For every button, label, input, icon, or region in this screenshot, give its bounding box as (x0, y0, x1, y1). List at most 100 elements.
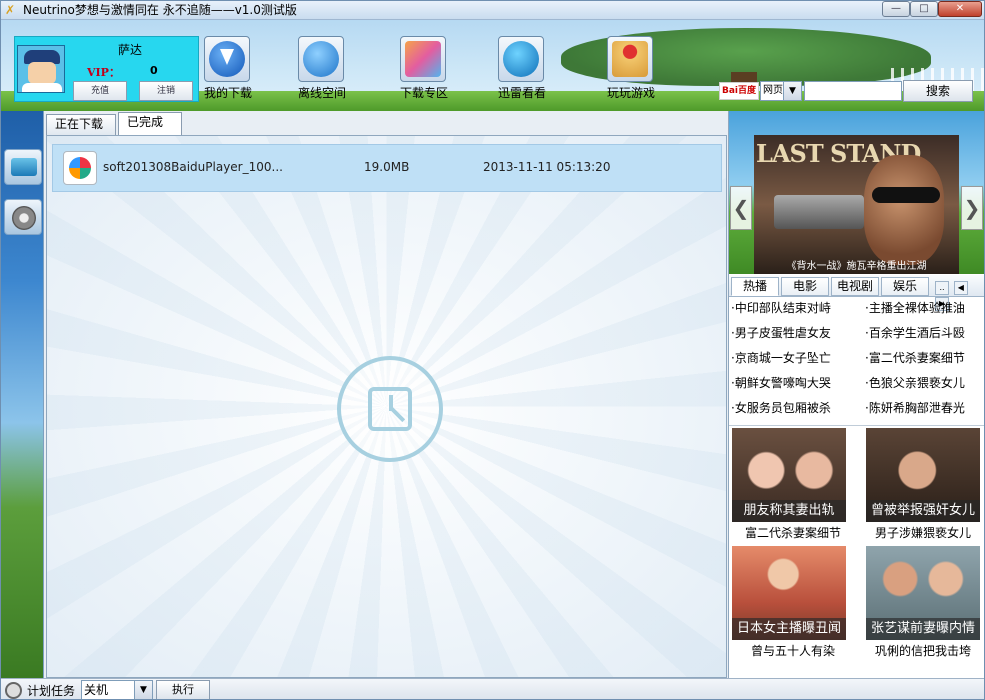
recharge-button[interactable]: 充值 (73, 81, 127, 101)
search-input[interactable] (804, 81, 902, 101)
tab-tv-series[interactable]: 电视剧 (831, 277, 879, 296)
logout-button[interactable]: 注销 (139, 81, 193, 101)
news-thumbnail[interactable]: 曾被举报强奸女儿 (866, 428, 980, 522)
category-tabs: 热播 电影 电视剧 娱乐 .. ◀ ▶ (729, 275, 984, 311)
vip-label: VIP： (87, 66, 120, 79)
main-panel: 正在下载 已完成 soft201308BaiduPlayer_100... 19… (44, 111, 728, 678)
chevron-right-icon[interactable]: ❯ (961, 186, 983, 230)
news-thumbnail[interactable]: 日本女主播曝丑闻 (732, 546, 846, 640)
nav-download-zone-button[interactable]: 下载专区 (392, 36, 456, 108)
chevron-down-icon[interactable]: ▼ (783, 82, 801, 100)
news-link[interactable]: ·京商城一女子坠亡 (731, 349, 831, 366)
sidebar-settings-button[interactable] (4, 199, 42, 235)
search-bar: Bai百度 网页 ▼ 搜索 (719, 80, 981, 102)
chevron-down-icon[interactable]: ▼ (134, 681, 152, 699)
news-thumbnail[interactable]: 张艺谋前妻曝内情 (866, 546, 980, 640)
news-link[interactable]: ·色狼父亲猥亵女儿 (865, 374, 965, 391)
left-sidebar (1, 111, 44, 678)
username: 萨达 (117, 43, 142, 57)
app-window: ✗ Neutrino梦想与激情同在 永不追随——v1.0测试版 — □ ✕ 萨达… (0, 0, 985, 700)
clock-watermark-icon (337, 356, 443, 462)
thumbnail-caption-link[interactable]: 曾与五十人有染 (729, 642, 857, 659)
nav-games-button[interactable]: 玩玩游戏 (599, 36, 663, 108)
schedule-icon (5, 682, 22, 699)
list-item[interactable]: soft201308BaiduPlayer_100... 19.0MB 2013… (52, 144, 722, 192)
minimize-button[interactable]: — (882, 1, 910, 17)
avatar[interactable] (17, 45, 65, 93)
movie-banner: LAST STAND 《背水一战》施瓦辛格重出江湖 ❮ ❯ (729, 111, 984, 274)
tab-downloading[interactable]: 正在下载 (46, 114, 116, 135)
avatar-face (28, 62, 56, 84)
poster-gun-graphic (774, 195, 864, 229)
search-type-select[interactable]: 网页 ▼ (760, 81, 802, 101)
download-list: soft201308BaiduPlayer_100... 19.0MB 2013… (46, 135, 727, 678)
nav-offline-space-button[interactable]: 离线空间 (290, 36, 354, 108)
schedule-action-select[interactable]: 关机 ▼ (81, 680, 153, 699)
news-link[interactable]: ·百余学生酒后斗殴 (865, 324, 965, 341)
news-list: ·中印部队结束对峙 ·主播全裸体验推油 ·男子皮蛋牲虐女友 ·百余学生酒后斗殴 … (731, 299, 984, 425)
sidebar-downloads-button[interactable] (4, 149, 42, 185)
download-arrow-icon (204, 36, 250, 82)
vip-value: 0 (150, 64, 158, 77)
joystick-icon (607, 36, 653, 82)
avatar-body (22, 83, 62, 92)
nav-label: 迅雷看看 (497, 86, 546, 100)
baidu-logo: Bai百度 (719, 82, 759, 100)
search-type-value: 网页 (763, 85, 783, 96)
news-link[interactable]: ·主播全裸体验推油 (865, 299, 965, 316)
tab-completed[interactable]: 已完成 (118, 112, 182, 135)
download-manager-icon (11, 158, 37, 176)
nav-my-downloads-button[interactable]: 我的下载 (196, 36, 260, 108)
cloud-icon (298, 36, 344, 82)
news-thumbnails: 朋友称其妻出轨 曾被举报强奸女儿 富二代杀妻案细节 男子涉嫌猥亵女儿 日本女主播… (729, 425, 984, 678)
chevron-left-icon[interactable]: ❮ (730, 186, 752, 230)
news-link[interactable]: ·朝鲜女警嚎啕大哭 (731, 374, 831, 391)
execute-button[interactable]: 执行 (156, 680, 210, 699)
maximize-button[interactable]: □ (910, 1, 938, 17)
arrow-left-icon[interactable]: ◀ (953, 281, 968, 295)
title-bar: ✗ Neutrino梦想与激情同在 永不追随——v1.0测试版 — □ ✕ (1, 1, 984, 20)
thumbnail-caption-link[interactable]: 富二代杀妻案细节 (729, 524, 857, 541)
file-name: soft201308BaiduPlayer_100... (103, 160, 283, 174)
movie-poster[interactable]: LAST STAND (754, 135, 959, 274)
news-link[interactable]: ·男子皮蛋牲虐女友 (731, 324, 831, 341)
nav-label: 玩玩游戏 (606, 86, 655, 100)
more-tabs-icon[interactable]: .. (935, 281, 949, 295)
gear-icon (12, 206, 36, 230)
news-link[interactable]: ·女服务员包厢被杀 (731, 399, 831, 416)
search-button[interactable]: 搜索 (903, 80, 973, 102)
tab-hot[interactable]: 热播 (731, 277, 779, 296)
nav-xunlei-kankan-button[interactable]: 迅雷看看 (490, 36, 554, 108)
status-bar: 计划任务 关机 ▼ 执行 (1, 678, 984, 699)
news-link[interactable]: ·富二代杀妻案细节 (865, 349, 965, 366)
tab-entertainment[interactable]: 娱乐 (881, 277, 929, 296)
nav-label: 下载专区 (399, 86, 448, 100)
news-link[interactable]: ·陈妍希胸部泄春光 (865, 399, 965, 416)
thumbnail-caption-link[interactable]: 男子涉嫌猥亵女儿 (859, 524, 984, 541)
thumbnail-overlay-text: 张艺谋前妻曝内情 (866, 618, 980, 640)
file-date: 2013-11-11 05:13:20 (483, 160, 611, 174)
file-size: 19.0MB (364, 160, 410, 174)
close-button[interactable]: ✕ (938, 1, 982, 17)
tab-scroll-controls: .. ◀ ▶ (935, 279, 984, 311)
download-tabs: 正在下载 已完成 (44, 111, 728, 135)
nav-label: 我的下载 (203, 86, 252, 100)
news-link[interactable]: ·中印部队结束对峙 (731, 299, 831, 316)
news-thumbnail[interactable]: 朋友称其妻出轨 (732, 428, 846, 522)
thumbnail-overlay-text: 日本女主播曝丑闻 (732, 618, 846, 640)
nav-label: 离线空间 (297, 86, 346, 100)
tab-movie[interactable]: 电影 (781, 277, 829, 296)
poster-caption[interactable]: 《背水一战》施瓦辛格重出江湖 (754, 257, 959, 272)
poster-sunglasses-graphic (872, 187, 940, 203)
play-icon (498, 36, 544, 82)
window-title: Neutrino梦想与激情同在 永不追随——v1.0测试版 (23, 3, 297, 17)
file-type-icon (63, 151, 97, 185)
thumbnail-caption-link[interactable]: 巩俐的信把我击垮 (859, 642, 984, 659)
schedule-action-value: 关机 (84, 683, 109, 697)
poster-face-graphic (864, 155, 944, 265)
app-logo-icon: ✗ (5, 3, 16, 17)
thumbnail-overlay-text: 曾被举报强奸女儿 (866, 500, 980, 522)
header-banner: 萨达 VIP： 0 充值 注销 我的下载 离线空间 下载专区 迅雷看看 玩玩游戏… (1, 20, 984, 111)
user-panel: 萨达 VIP： 0 充值 注销 (14, 36, 199, 102)
cube-icon (400, 36, 446, 82)
